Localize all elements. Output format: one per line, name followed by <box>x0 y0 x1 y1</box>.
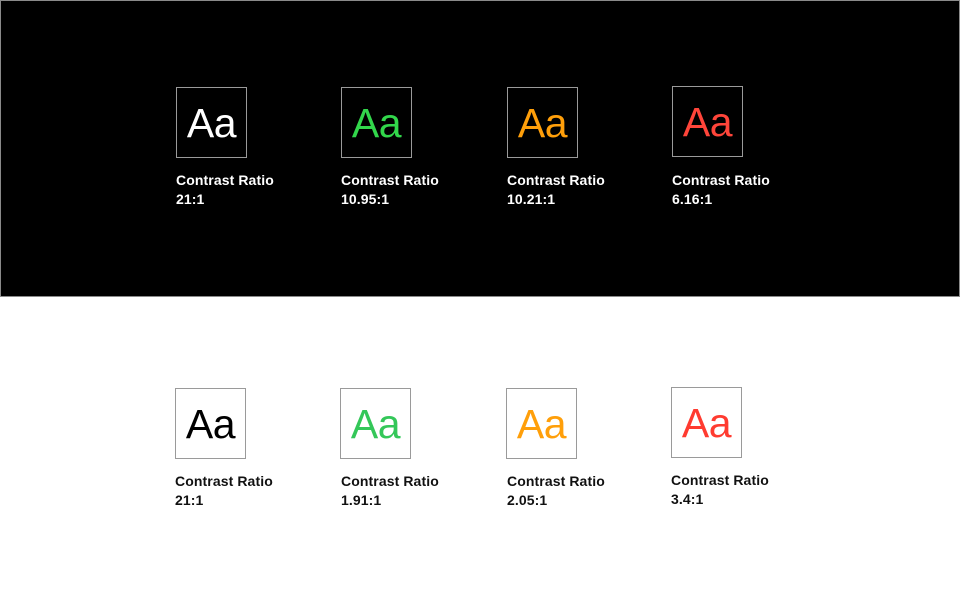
sample-glyph: Aa <box>517 100 568 146</box>
contrast-ratio-value: 10.95:1 <box>341 191 390 207</box>
swatch-sample-box: Aa <box>175 388 246 459</box>
swatch-sample-box: Aa <box>340 388 411 459</box>
contrast-ratio-label: Contrast Ratio <box>672 172 770 188</box>
swatch-sample-box: Aa <box>671 387 742 458</box>
contrast-ratio-value: 21:1 <box>176 191 205 207</box>
contrast-ratio-label: Contrast Ratio <box>175 473 273 489</box>
contrast-ratio-label: Contrast Ratio <box>341 172 439 188</box>
swatch-sample-box: Aa <box>507 87 578 158</box>
swatch-dark-4: Aa Contrast Ratio 6.16:1 <box>672 86 812 209</box>
sample-glyph: Aa <box>516 401 567 447</box>
sample-glyph: Aa <box>186 100 237 146</box>
swatch-dark-3: Aa Contrast Ratio 10.21:1 <box>507 87 647 209</box>
sample-glyph: Aa <box>681 400 732 446</box>
swatch-sample-box: Aa <box>506 388 577 459</box>
sample-glyph: Aa <box>351 100 402 146</box>
contrast-ratio-label: Contrast Ratio <box>507 473 605 489</box>
swatch-sample-box: Aa <box>341 87 412 158</box>
swatch-light-1: Aa Contrast Ratio 21:1 <box>175 388 315 510</box>
swatch-sample-box: Aa <box>672 86 743 157</box>
contrast-ratio-value: 6.16:1 <box>672 191 713 207</box>
light-mode-panel: Aa Contrast Ratio 21:1 Aa Contrast Ratio… <box>0 297 960 594</box>
contrast-ratio-label: Contrast Ratio <box>507 172 605 188</box>
contrast-ratio-label: Contrast Ratio <box>341 473 439 489</box>
contrast-ratio-value: 10.21:1 <box>507 191 556 207</box>
swatch-light-2: Aa Contrast Ratio 1.91:1 <box>340 388 480 510</box>
swatch-sample-box: Aa <box>176 87 247 158</box>
contrast-ratio-value: 3.4:1 <box>671 491 704 507</box>
swatch-dark-1: Aa Contrast Ratio 21:1 <box>176 87 316 209</box>
swatch-dark-2: Aa Contrast Ratio 10.95:1 <box>341 87 481 209</box>
contrast-ratio-label: Contrast Ratio <box>176 172 274 188</box>
contrast-ratio-value: 1.91:1 <box>341 492 382 508</box>
swatch-light-3: Aa Contrast Ratio 2.05:1 <box>506 388 646 510</box>
sample-glyph: Aa <box>185 401 236 447</box>
contrast-ratio-value: 21:1 <box>175 492 204 508</box>
sample-glyph: Aa <box>682 99 733 145</box>
dark-mode-panel: Aa Contrast Ratio 21:1 Aa Contrast Ratio… <box>0 0 960 297</box>
contrast-ratio-label: Contrast Ratio <box>671 472 769 488</box>
swatch-light-4: Aa Contrast Ratio 3.4:1 <box>671 387 811 509</box>
sample-glyph: Aa <box>350 401 401 447</box>
contrast-ratio-value: 2.05:1 <box>507 492 548 508</box>
